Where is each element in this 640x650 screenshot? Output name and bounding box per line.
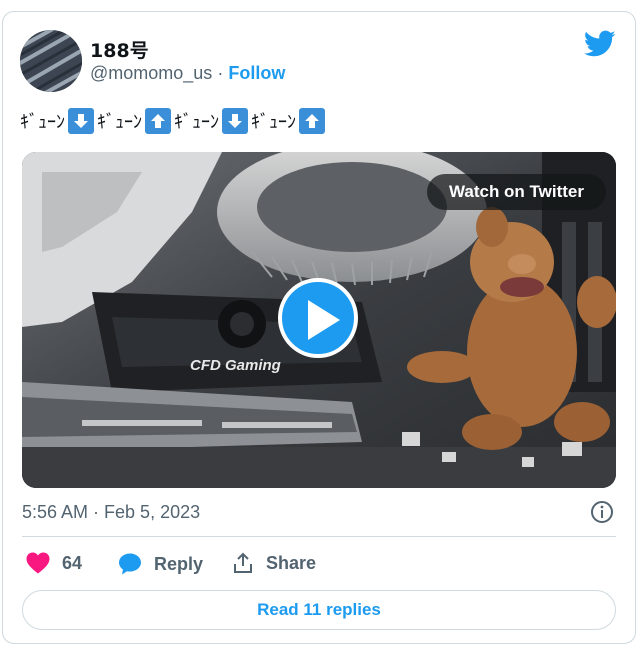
handle-line: @momomo_us · Follow bbox=[90, 63, 285, 84]
info-icon[interactable] bbox=[590, 500, 614, 524]
follow-link[interactable]: Follow bbox=[228, 63, 285, 83]
video-thumbnail[interactable]: CFD Gaming Watch on Twitter bbox=[22, 152, 616, 488]
share-button[interactable]: Share bbox=[232, 552, 316, 574]
up-arrow-icon bbox=[145, 108, 171, 134]
down-arrow-icon bbox=[68, 108, 94, 134]
tweet-text-segment: ｷﾞｭｰﾝ bbox=[251, 112, 296, 133]
play-icon bbox=[308, 300, 340, 340]
like-button[interactable]: 64 bbox=[26, 552, 82, 574]
up-arrow-icon bbox=[299, 108, 325, 134]
tweet-text-segment: ｷﾞｭｰﾝ bbox=[20, 112, 65, 133]
read-replies-button[interactable]: Read 11 replies bbox=[22, 590, 616, 630]
heart-icon bbox=[26, 552, 50, 574]
down-arrow-icon bbox=[222, 108, 248, 134]
handle[interactable]: @momomo_us bbox=[90, 63, 212, 83]
separator: · bbox=[217, 63, 224, 83]
reply-bubble-icon bbox=[119, 553, 141, 575]
reply-label: Reply bbox=[154, 553, 204, 574]
display-name[interactable]: 188号 bbox=[90, 36, 149, 63]
avatar[interactable] bbox=[20, 30, 82, 92]
share-label: Share bbox=[266, 552, 317, 573]
tweet-text-segment: ｷﾞｭｰﾝ bbox=[174, 112, 219, 133]
divider bbox=[22, 536, 616, 537]
twitter-bird-icon[interactable] bbox=[583, 30, 616, 58]
watch-on-twitter-button[interactable]: Watch on Twitter bbox=[426, 174, 606, 210]
tweet-text-segment: ｷﾞｭｰﾝ bbox=[97, 112, 142, 133]
play-button[interactable] bbox=[278, 278, 358, 358]
board-logo-text: CFD Gaming bbox=[190, 357, 281, 374]
share-icon bbox=[234, 552, 252, 573]
tweet-text: ｷﾞｭｰﾝ ｷﾞｭｰﾝ ｷﾞｭｰﾝ ｷﾞｭｰﾝ bbox=[20, 108, 326, 134]
reply-button[interactable]: Reply bbox=[118, 552, 203, 576]
like-count: 64 bbox=[62, 552, 83, 573]
tweet-timestamp[interactable]: 5:56 AM · Feb 5, 2023 bbox=[22, 502, 200, 523]
